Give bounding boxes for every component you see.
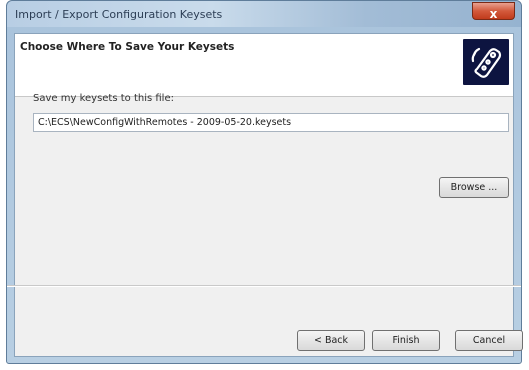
file-path-input[interactable] <box>33 113 509 132</box>
page-title: Choose Where To Save Your Keysets <box>20 41 235 53</box>
window-title: Import / Export Configuration Keysets <box>15 8 223 21</box>
finish-button[interactable]: Finish <box>372 330 440 351</box>
close-icon: x <box>489 7 498 21</box>
footer-divider <box>7 285 521 287</box>
wizard-header: Choose Where To Save Your Keysets <box>15 34 513 97</box>
remote-control-icon <box>463 39 509 85</box>
close-button[interactable]: x <box>472 2 515 21</box>
browse-button[interactable]: Browse ... <box>439 177 509 198</box>
wizard-window: Import / Export Configuration Keysets x … <box>6 0 523 364</box>
save-location-label: Save my keysets to this file: <box>33 93 174 104</box>
cancel-button[interactable]: Cancel <box>455 330 523 351</box>
back-button[interactable]: < Back <box>297 330 365 351</box>
title-bar[interactable]: Import / Export Configuration Keysets x <box>7 1 521 27</box>
